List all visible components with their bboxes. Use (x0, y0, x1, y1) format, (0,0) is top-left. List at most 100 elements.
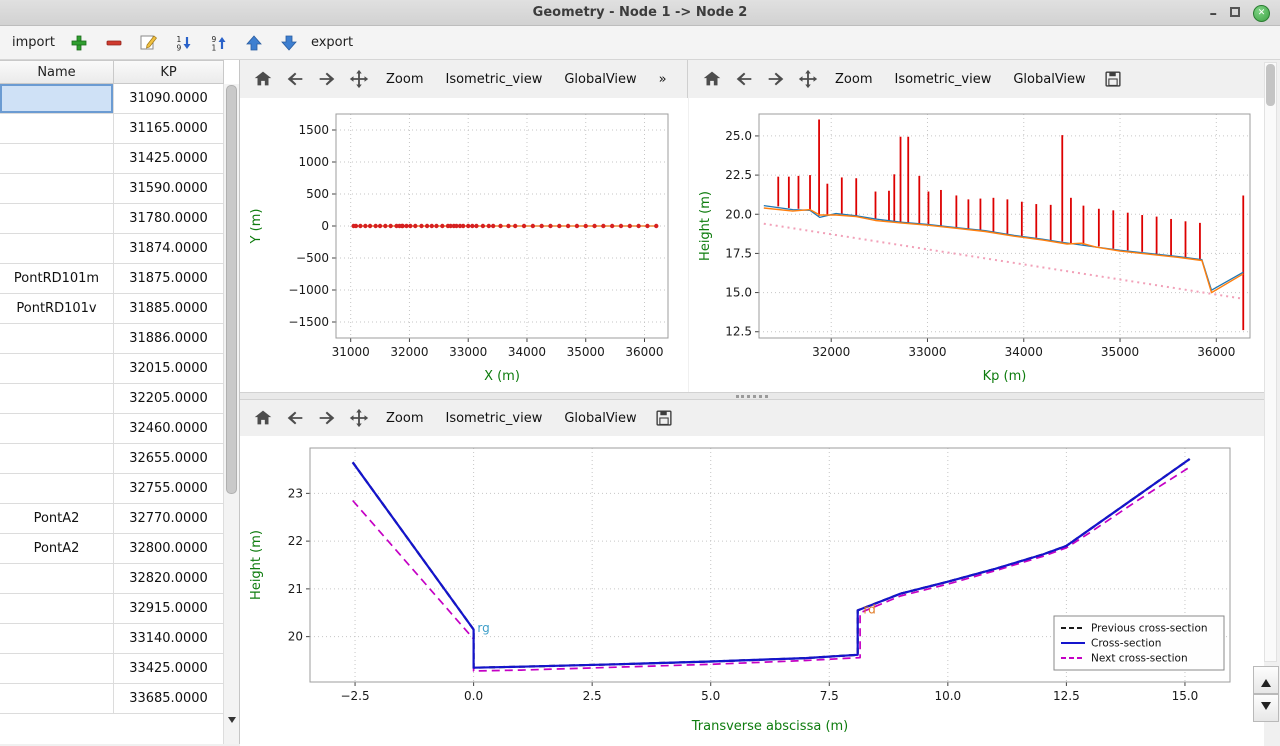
svg-text:7.5: 7.5 (820, 689, 839, 703)
forward-button[interactable] (312, 403, 342, 433)
back-button[interactable] (729, 64, 759, 94)
close-button[interactable]: ✕ (1253, 5, 1270, 22)
name-cell[interactable] (0, 144, 114, 174)
name-cell[interactable] (0, 594, 114, 624)
name-cell[interactable] (0, 624, 114, 654)
home-button[interactable] (248, 64, 278, 94)
name-cell[interactable]: PontRD101m (0, 264, 114, 294)
name-cell[interactable] (0, 204, 114, 234)
save-figure-button[interactable] (1098, 64, 1128, 94)
pan-button[interactable] (344, 403, 374, 433)
profile-view-chart[interactable]: 320003300034000350003600012.515.017.520.… (689, 98, 1264, 396)
kp-cell[interactable]: 32770.0000 (114, 504, 224, 534)
kp-cell[interactable]: 32015.0000 (114, 354, 224, 384)
zoom-button[interactable]: Zoom (825, 67, 882, 92)
name-cell[interactable] (0, 174, 114, 204)
remove-row-button[interactable] (101, 30, 127, 56)
isometric-view-button[interactable]: Isometric_view (435, 406, 552, 431)
horizontal-splitter[interactable] (240, 392, 1264, 400)
forward-button[interactable] (761, 64, 791, 94)
kp-cell[interactable]: 33425.0000 (114, 654, 224, 684)
cross-xlabel: Transverse abscissa (m) (691, 719, 849, 734)
kp-cell[interactable]: 33685.0000 (114, 684, 224, 714)
kp-cell[interactable]: 31425.0000 (114, 144, 224, 174)
pan-button[interactable] (793, 64, 823, 94)
scroll-down-button[interactable] (1253, 694, 1279, 722)
move-down-button[interactable] (276, 30, 302, 56)
kp-cell[interactable]: 31886.0000 (114, 324, 224, 354)
isometric-view-button[interactable]: Isometric_view (435, 67, 552, 92)
table-scrollbar[interactable] (223, 84, 239, 744)
name-cell[interactable] (0, 654, 114, 684)
table-scrollbar-thumb[interactable] (226, 85, 237, 494)
minimize-button[interactable]: – (1210, 6, 1218, 21)
plan-view-panel: Zoom Isometric_view GlobalView » 3100032… (240, 60, 688, 392)
name-cell[interactable] (0, 114, 114, 144)
zoom-button[interactable]: Zoom (376, 67, 433, 92)
profile-canvas[interactable]: 320003300034000350003600012.515.017.520.… (689, 98, 1264, 392)
maximize-button[interactable] (1230, 6, 1240, 21)
global-view-button[interactable]: GlobalView (1003, 67, 1095, 92)
kp-cell[interactable]: 32755.0000 (114, 474, 224, 504)
window-vertical-scrollbar[interactable] (1264, 62, 1277, 662)
toolbar-overflow-button[interactable]: » (649, 67, 677, 92)
kp-cell[interactable]: 32915.0000 (114, 594, 224, 624)
kp-cell[interactable]: 31090.0000 (114, 84, 224, 114)
kp-cell[interactable]: 31885.0000 (114, 294, 224, 324)
sort-descending-button[interactable]: 1 9 (171, 30, 197, 56)
name-cell[interactable]: PontA2 (0, 504, 114, 534)
name-cell[interactable] (0, 84, 114, 114)
move-up-button[interactable] (241, 30, 267, 56)
name-cell[interactable] (0, 564, 114, 594)
home-button[interactable] (248, 403, 278, 433)
name-cell[interactable] (0, 384, 114, 414)
name-cell[interactable] (0, 324, 114, 354)
cross-canvas[interactable]: −2.50.02.55.07.510.012.515.020212223rgrd… (240, 436, 1264, 742)
kp-cell[interactable]: 32655.0000 (114, 444, 224, 474)
back-button[interactable] (280, 64, 310, 94)
pan-button[interactable] (344, 64, 374, 94)
column-header-kp[interactable]: KP (114, 60, 224, 84)
triangle-up-icon (1261, 674, 1271, 687)
name-cell[interactable] (0, 354, 114, 384)
export-label[interactable]: export (311, 35, 353, 50)
table-scroll-down-button[interactable] (224, 714, 239, 730)
scrollbar-thumb[interactable] (1266, 64, 1275, 106)
plan-view-chart[interactable]: 310003200033000340003500036000−1500−1000… (240, 98, 687, 396)
back-button[interactable] (280, 403, 310, 433)
column-header-name[interactable]: Name (0, 60, 114, 84)
name-cell[interactable] (0, 684, 114, 714)
name-cell[interactable] (0, 474, 114, 504)
zoom-button[interactable]: Zoom (376, 406, 433, 431)
kp-cell[interactable]: 31165.0000 (114, 114, 224, 144)
name-cell[interactable] (0, 414, 114, 444)
global-view-button[interactable]: GlobalView (554, 406, 646, 431)
sort-ascending-button[interactable]: 9 1 (206, 30, 232, 56)
kp-cell[interactable]: 32800.0000 (114, 534, 224, 564)
isometric-view-button[interactable]: Isometric_view (884, 67, 1001, 92)
name-cell[interactable] (0, 444, 114, 474)
scroll-up-button[interactable] (1253, 666, 1279, 694)
global-view-button[interactable]: GlobalView (554, 67, 646, 92)
name-cell[interactable]: PontA2 (0, 534, 114, 564)
kp-cell[interactable]: 31780.0000 (114, 204, 224, 234)
arrow-up-icon (245, 34, 263, 52)
import-label[interactable]: import (12, 35, 55, 50)
kp-cell[interactable]: 31874.0000 (114, 234, 224, 264)
kp-cell[interactable]: 31875.0000 (114, 264, 224, 294)
edit-button[interactable] (136, 30, 162, 56)
kp-cell[interactable]: 32820.0000 (114, 564, 224, 594)
name-cell[interactable]: PontRD101v (0, 294, 114, 324)
name-cell[interactable] (0, 234, 114, 264)
save-figure-button[interactable] (649, 403, 679, 433)
svg-text:1500: 1500 (298, 123, 329, 137)
kp-cell[interactable]: 31590.0000 (114, 174, 224, 204)
forward-button[interactable] (312, 64, 342, 94)
plan-canvas[interactable]: 310003200033000340003500036000−1500−1000… (240, 98, 688, 392)
kp-cell[interactable]: 32460.0000 (114, 414, 224, 444)
cross-section-chart[interactable]: −2.50.02.55.07.510.012.515.020212223rgrd… (240, 436, 1264, 746)
kp-cell[interactable]: 32205.0000 (114, 384, 224, 414)
kp-cell[interactable]: 33140.0000 (114, 624, 224, 654)
home-button[interactable] (697, 64, 727, 94)
add-row-button[interactable] (66, 30, 92, 56)
